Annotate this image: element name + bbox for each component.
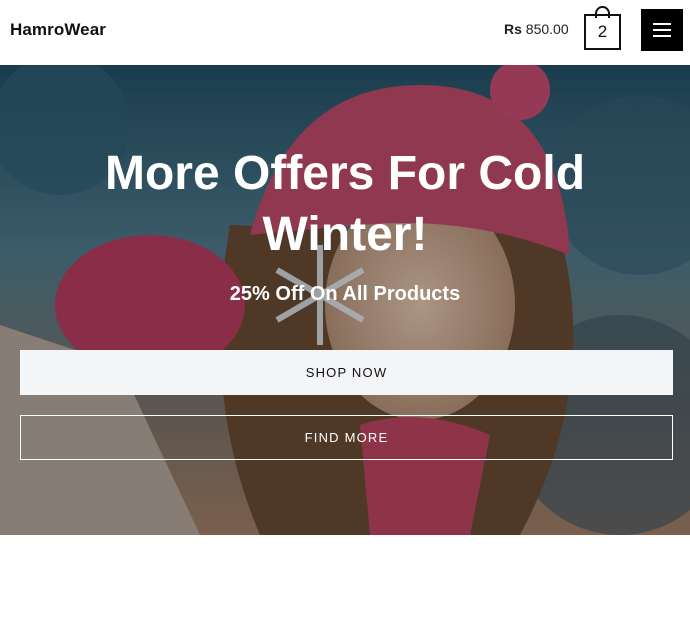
- site-header: HamroWear Rs 850.00 2: [0, 0, 690, 65]
- cart-total-amount: 850.00: [525, 21, 569, 37]
- cart-count: 2: [597, 22, 608, 41]
- site-logo[interactable]: HamroWear: [10, 20, 106, 40]
- menu-button[interactable]: [641, 9, 683, 51]
- find-more-button[interactable]: FIND MORE: [20, 415, 673, 460]
- hero-banner: More Offers For Cold Winter! 25% Off On …: [0, 65, 690, 535]
- hero-title: More Offers For Cold Winter!: [104, 147, 586, 261]
- shop-now-button[interactable]: SHOP NOW: [20, 350, 673, 395]
- currency-label: Rs: [504, 21, 522, 37]
- shopping-bag-icon: [595, 6, 610, 18]
- hero-subtitle: 25% Off On All Products: [229, 283, 461, 305]
- cart-total[interactable]: Rs 850.00: [504, 21, 569, 37]
- cart-button[interactable]: 2: [584, 6, 621, 50]
